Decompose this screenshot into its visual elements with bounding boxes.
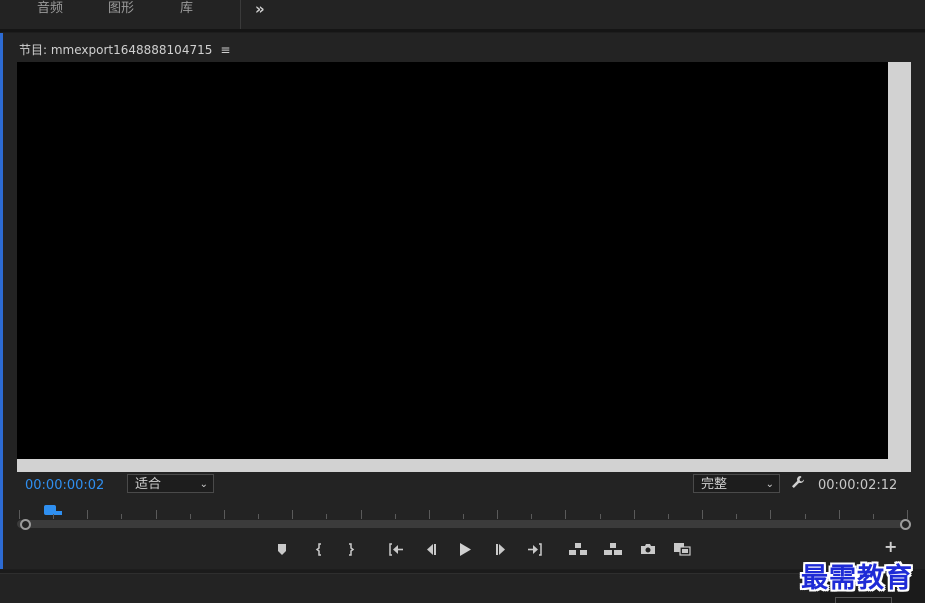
- ruler-tick: [53, 514, 54, 519]
- go-to-out-button[interactable]: [524, 540, 546, 558]
- marker-icon: [277, 543, 287, 555]
- extract-button[interactable]: [602, 540, 624, 558]
- mark-in-icon: [315, 542, 323, 556]
- playback-resolution-value: 完整: [701, 477, 728, 492]
- ruler-tick: [429, 510, 430, 519]
- ruler-tick: [326, 514, 327, 519]
- tab-libraries[interactable]: 库: [180, 0, 193, 18]
- playback-resolution-select[interactable]: 完整 ⌄: [693, 474, 780, 493]
- ruler-tick: [19, 510, 20, 519]
- ruler-tick: [190, 514, 191, 519]
- ruler-tick: [668, 514, 669, 519]
- overflow-menu-icon[interactable]: »: [255, 0, 265, 18]
- panel-header: 节目: mmexport1648888104715 ≡: [19, 41, 230, 58]
- divider: [0, 29, 925, 32]
- step-forward-button[interactable]: [490, 540, 512, 558]
- ruler-tick: [497, 510, 498, 519]
- go-to-in-icon: [388, 542, 404, 556]
- go-to-in-button[interactable]: [385, 540, 407, 558]
- tab-divider: [240, 0, 241, 29]
- ruler-tick: [395, 514, 396, 519]
- ruler-tick: [634, 510, 635, 519]
- panel-title[interactable]: 节目: mmexport1648888104715: [19, 43, 212, 57]
- current-timecode[interactable]: 00:00:00:02: [25, 478, 104, 493]
- program-monitor-panel: 节目: mmexport1648888104715 ≡ 00:00:00:02 适…: [0, 33, 925, 569]
- lift-icon: [569, 542, 587, 556]
- ruler-tick: [258, 514, 259, 519]
- video-viewer[interactable]: [17, 62, 888, 459]
- ruler-tick: [600, 514, 601, 519]
- export-frame-button[interactable]: [637, 540, 659, 558]
- playhead-indicator: [54, 511, 62, 515]
- ruler-tick: [702, 510, 703, 519]
- lift-button[interactable]: [567, 540, 589, 558]
- chevron-down-icon: ⌄: [765, 479, 774, 490]
- step-forward-icon: [495, 543, 507, 555]
- ruler-tick: [531, 514, 532, 519]
- duration-timecode: 00:00:02:12: [818, 478, 898, 493]
- zoom-level-value: 适合: [135, 477, 162, 492]
- ruler-tick: [361, 510, 362, 519]
- ruler-tick: [736, 514, 737, 519]
- active-panel-indicator: [0, 33, 3, 569]
- ruler-tick: [805, 514, 806, 519]
- comparison-icon: [673, 542, 691, 556]
- play-icon: [459, 542, 471, 556]
- add-button-icon[interactable]: +: [884, 537, 897, 556]
- ruler-tick: [292, 510, 293, 519]
- lower-panel: [0, 573, 820, 603]
- panel-menu-icon[interactable]: ≡: [220, 43, 230, 57]
- ruler-tick: [839, 510, 840, 519]
- watermark-logo: 最需教育: [801, 563, 913, 594]
- play-button[interactable]: [454, 540, 476, 558]
- go-to-out-icon: [527, 542, 543, 556]
- mark-out-icon: [347, 542, 355, 556]
- mark-in-button[interactable]: [308, 540, 330, 558]
- ruler-tick: [463, 514, 464, 519]
- tab-audio[interactable]: 音频: [37, 0, 63, 18]
- ruler-tick: [770, 510, 771, 519]
- ruler-tick: [156, 510, 157, 519]
- zoom-scrollbar[interactable]: [17, 520, 911, 528]
- comparison-view-button[interactable]: [671, 540, 693, 558]
- step-back-icon: [425, 543, 437, 555]
- chevron-down-icon: ⌄: [199, 479, 208, 490]
- ruler-tick: [907, 510, 908, 519]
- tab-graphics[interactable]: 图形: [108, 0, 134, 18]
- lower-right-frame: [835, 597, 892, 603]
- scrollbar-right-handle[interactable]: [900, 519, 911, 530]
- camera-icon: [640, 543, 656, 555]
- step-back-button[interactable]: [420, 540, 442, 558]
- ruler-tick: [87, 510, 88, 519]
- ruler-tick: [121, 514, 122, 519]
- mark-out-button[interactable]: [340, 540, 362, 558]
- add-marker-button[interactable]: [271, 540, 293, 558]
- ruler-tick: [565, 510, 566, 519]
- time-ruler[interactable]: [17, 503, 911, 519]
- ruler-tick: [224, 510, 225, 519]
- scrollbar-left-handle[interactable]: [20, 519, 31, 530]
- settings-wrench-icon[interactable]: [791, 475, 805, 493]
- zoom-level-select[interactable]: 适合 ⌄: [127, 474, 214, 493]
- ruler-tick: [873, 514, 874, 519]
- extract-icon: [604, 542, 622, 556]
- workspace-bar: 音频 图形 库 »: [0, 0, 925, 29]
